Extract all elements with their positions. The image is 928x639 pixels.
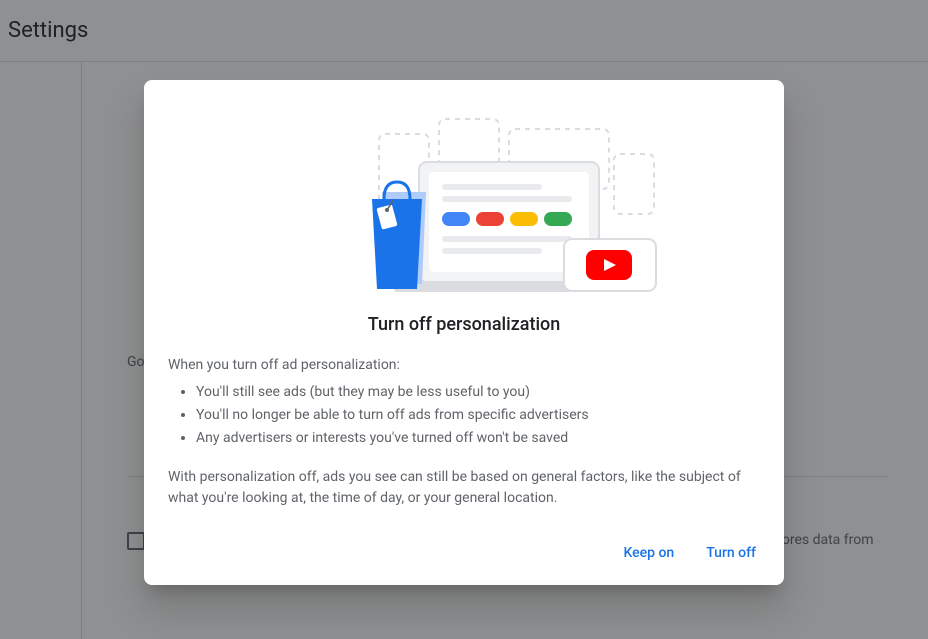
dialog-bullet-item: Any advertisers or interests you've turn… [196,428,760,449]
dialog-actions: Keep on Turn off [144,537,784,569]
dialog-bullet-list: You'll still see ads (but they may be le… [168,382,760,449]
dialog-body: When you turn off ad personalization: Yo… [144,355,784,509]
turn-off-personalization-dialog: Turn off personalization When you turn o… [144,80,784,585]
personalization-illustration-icon [264,114,664,294]
dialog-title: Turn off personalization [144,314,784,335]
dialog-bullet-item: You'll still see ads (but they may be le… [196,382,760,403]
turn-off-button[interactable]: Turn off [694,537,768,569]
dialog-intro-text: When you turn off ad personalization: [168,355,760,376]
dialog-illustration [144,104,784,314]
dialog-bullet-item: You'll no longer be able to turn off ads… [196,405,760,426]
keep-on-button[interactable]: Keep on [611,537,686,569]
dialog-footer-text: With personalization off, ads you see ca… [168,467,760,509]
